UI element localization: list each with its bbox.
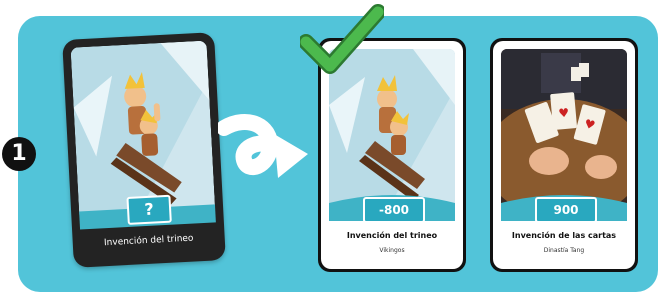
svg-text:♥: ♥ xyxy=(558,106,570,121)
card-face: ♥ ♥ 900 Invención de las cartas Dinastía… xyxy=(493,41,635,269)
card-name: Invención del trineo xyxy=(346,231,438,240)
hidden-value-badge: ? xyxy=(126,194,172,225)
mystery-card[interactable]: ? Invención del trineo xyxy=(62,32,226,268)
green-checkmark-icon xyxy=(300,4,384,74)
reference-card[interactable]: ♥ ♥ 900 Invención de las cartas Dinastía… xyxy=(490,38,638,272)
playing-cards-illustration: ♥ ♥ xyxy=(501,49,627,207)
year-badge: 900 xyxy=(535,197,597,223)
step-number-badge: 1 xyxy=(2,137,36,171)
card-name: Invención del trineo xyxy=(103,233,194,249)
sled-illustration xyxy=(70,40,216,216)
card-civilization: Dinastía Tang xyxy=(543,247,585,254)
curved-arrow-icon xyxy=(218,114,308,178)
year-badge: -800 xyxy=(363,197,425,223)
card-name: Invención de las cartas xyxy=(511,231,617,240)
card-civilization: Vikingos xyxy=(379,247,405,254)
